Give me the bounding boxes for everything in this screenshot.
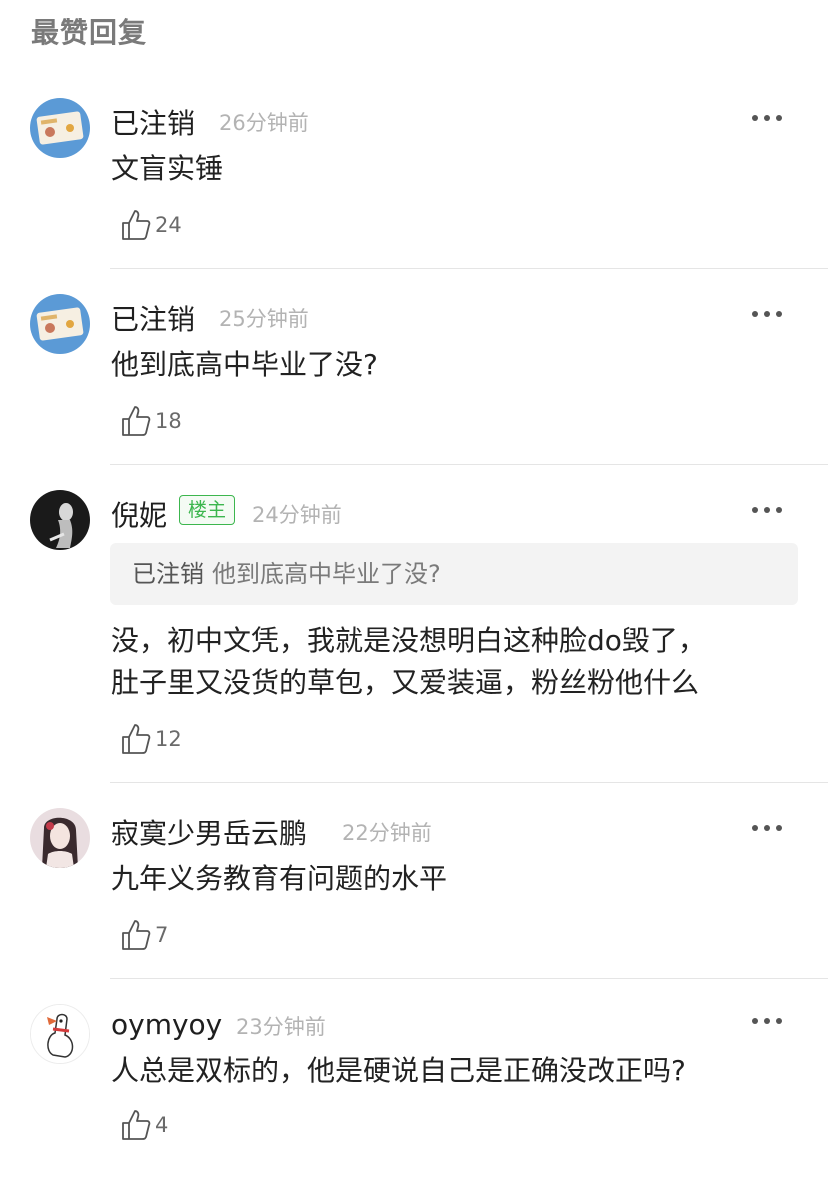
- timestamp: 23分钟前: [236, 1015, 326, 1039]
- portrait-avatar-icon[interactable]: [30, 808, 90, 868]
- username[interactable]: oymyoy: [111, 1008, 222, 1041]
- like-count: 18: [155, 409, 182, 433]
- comment-text-line: 没，初中文凭，我就是没想明白这种脸do毁了，: [111, 624, 706, 657]
- thumbs-up-icon: [122, 1110, 151, 1140]
- comment-text: 九年义务教育有问题的水平: [111, 862, 448, 895]
- more-options-icon[interactable]: [752, 1015, 786, 1027]
- timestamp: 25分钟前: [219, 307, 309, 331]
- section-title: 最赞回复: [31, 16, 148, 49]
- comment-text-line: 肚子里又没货的草包，又爱装逼，粉丝粉他什么: [111, 666, 700, 699]
- dark-portrait-avatar-icon[interactable]: [30, 490, 90, 550]
- like-count: 4: [155, 1113, 169, 1137]
- like-count: 12: [155, 727, 182, 751]
- quoted-username: 已注销: [132, 560, 204, 588]
- divider: [110, 782, 828, 783]
- quoted-reply[interactable]: 已注销 他到底高中毕业了没?: [110, 543, 798, 605]
- duck-avatar-icon[interactable]: [30, 1004, 90, 1064]
- username[interactable]: 倪妮: [111, 494, 167, 534]
- card-avatar-icon[interactable]: [30, 294, 90, 354]
- more-options-icon[interactable]: [752, 822, 786, 834]
- like-count: 7: [155, 923, 169, 947]
- username[interactable]: 已注销: [111, 102, 195, 142]
- username[interactable]: 已注销: [111, 298, 195, 338]
- op-badge: 楼主: [179, 495, 236, 525]
- divider: [110, 978, 828, 979]
- card-avatar-icon[interactable]: [30, 98, 90, 158]
- thumbs-up-icon: [122, 920, 151, 950]
- like-count: 24: [155, 213, 182, 237]
- quoted-text: 他到底高中毕业了没?: [212, 560, 441, 588]
- divider: [110, 464, 828, 465]
- comment-text: 人总是双标的，他是硬说自己是正确没改正吗?: [111, 1054, 686, 1087]
- comment-text: 文盲实锤: [111, 152, 224, 185]
- timestamp: 24分钟前: [252, 503, 342, 527]
- thumbs-up-icon: [122, 406, 151, 436]
- more-options-icon[interactable]: [752, 308, 786, 320]
- thumbs-up-icon: [122, 724, 151, 754]
- comment-text: 没，初中文凭，我就是没想明白这种脸do毁了， 肚子里又没货的草包，又爱装逼，粉丝…: [111, 620, 791, 704]
- username[interactable]: 寂寞少男岳云鹏: [111, 812, 307, 852]
- thumbs-up-icon: [122, 210, 151, 240]
- comment-text: 他到底高中毕业了没?: [111, 348, 378, 381]
- timestamp: 22分钟前: [342, 821, 432, 845]
- timestamp: 26分钟前: [219, 111, 309, 135]
- divider: [110, 268, 828, 269]
- more-options-icon[interactable]: [752, 504, 786, 516]
- more-options-icon[interactable]: [752, 112, 786, 124]
